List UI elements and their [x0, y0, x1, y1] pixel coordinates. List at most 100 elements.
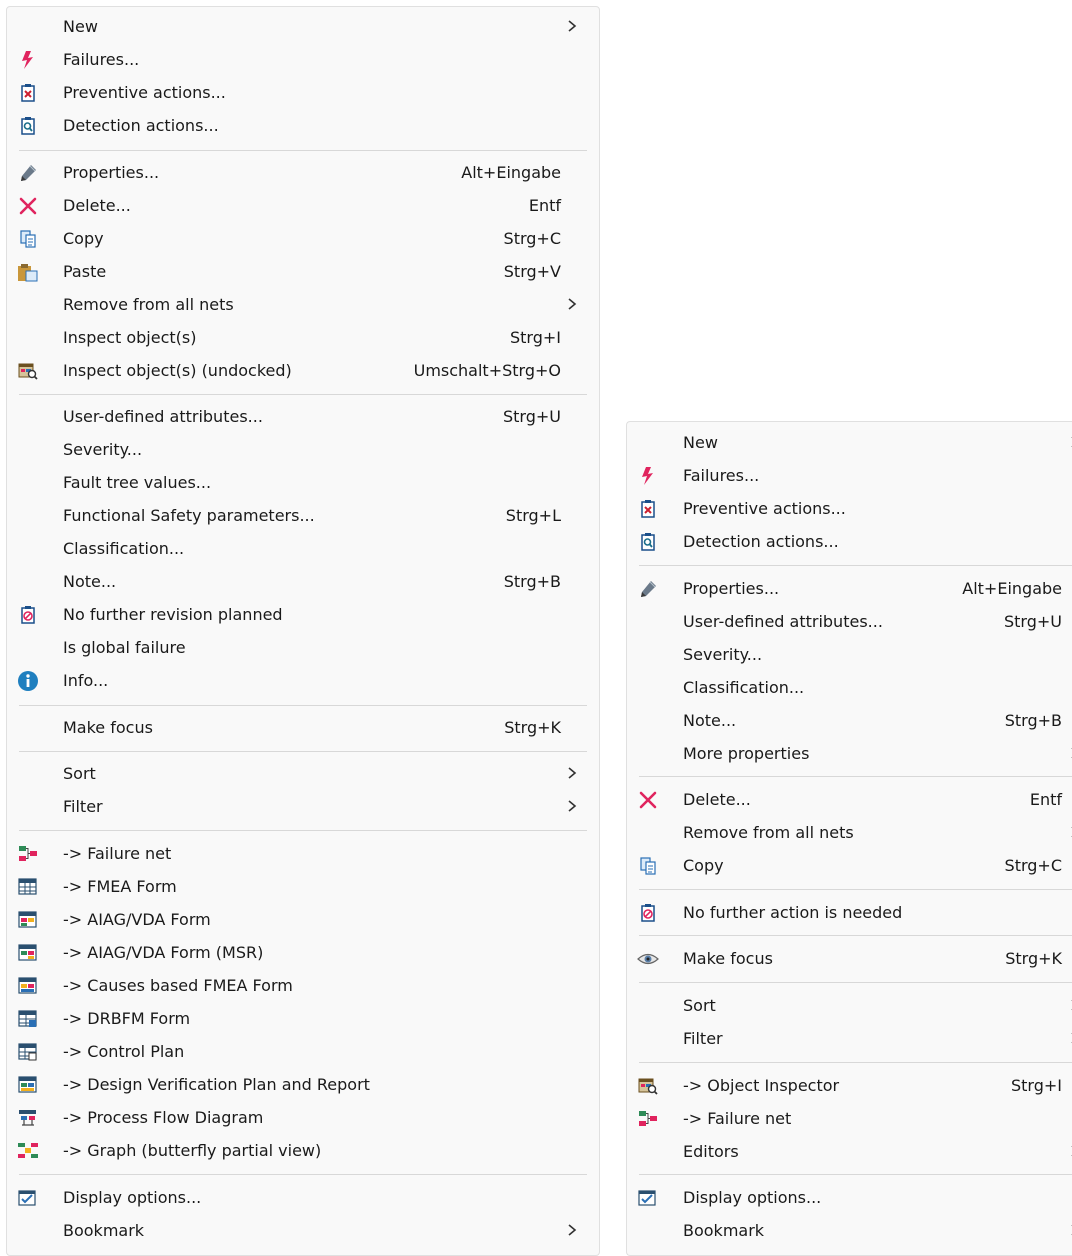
menu-item-control-plan[interactable]: -> Control Plan — [7, 1035, 599, 1068]
menu-item-filter[interactable]: Filter — [627, 1022, 1072, 1055]
failure-net-icon — [637, 1108, 659, 1130]
menu-item-shortcut: Strg+B — [1004, 711, 1062, 730]
menu-item-filter[interactable]: Filter — [7, 790, 599, 823]
display-options-icon — [17, 1187, 39, 1209]
menu-item-label: Delete... — [63, 196, 131, 215]
menu-item-shortcut: Strg+B — [503, 572, 561, 591]
menu-item-label: Fault tree values... — [63, 473, 212, 492]
menu-item-fault-tree-values[interactable]: Fault tree values... — [7, 466, 599, 499]
copy-icon — [17, 228, 39, 250]
dvpr-icon — [17, 1074, 39, 1096]
menu-item-label: No further revision planned — [63, 605, 283, 624]
menu-separator — [639, 889, 1072, 890]
menu-item-delete[interactable]: Delete... Entf — [7, 189, 599, 222]
menu-item-label: Inspect object(s) — [63, 328, 197, 347]
menu-item-causes-based-fmea-form[interactable]: -> Causes based FMEA Form — [7, 969, 599, 1002]
no-revision-icon — [637, 902, 659, 924]
menu-item-detection-actions[interactable]: Detection actions... — [627, 525, 1072, 558]
menu-item-detection-actions[interactable]: Detection actions... — [7, 109, 599, 142]
menu-item-note[interactable]: Note... Strg+B — [627, 704, 1072, 737]
menu-separator — [639, 1174, 1072, 1175]
menu-item-preventive-actions[interactable]: Preventive actions... — [627, 492, 1072, 525]
preventive-action-icon — [637, 498, 659, 520]
menu-item-preventive-actions[interactable]: Preventive actions... — [7, 76, 599, 109]
menu-item-classification[interactable]: Classification... — [627, 671, 1072, 704]
menu-item-inspect-object-s[interactable]: Inspect object(s) Strg+I — [7, 321, 599, 354]
menu-item-label: -> Design Verification Plan and Report — [63, 1075, 370, 1094]
menu-item-label: Filter — [683, 1029, 723, 1048]
menu-item-fmea-form[interactable]: -> FMEA Form — [7, 870, 599, 903]
menu-item-properties[interactable]: Properties... Alt+Eingabe — [627, 572, 1072, 605]
menu-item-aiag-vda-form-msr[interactable]: -> AIAG/VDA Form (MSR) — [7, 936, 599, 969]
menu-item-paste[interactable]: Paste Strg+V — [7, 255, 599, 288]
menu-item-remove-from-all-nets[interactable]: Remove from all nets — [627, 816, 1072, 849]
menu-item-no-further-revision-planned[interactable]: No further revision planned — [7, 598, 599, 631]
menu-item-label: New — [683, 433, 718, 452]
menu-item-drbfm-form[interactable]: -> DRBFM Form — [7, 1002, 599, 1035]
menu-item-classification[interactable]: Classification... — [7, 532, 599, 565]
menu-item-label: -> AIAG/VDA Form — [63, 910, 211, 929]
chevron-right-icon — [565, 1219, 579, 1241]
menu-item-user-defined-attributes[interactable]: User-defined attributes... Strg+U — [7, 400, 599, 433]
context-menu-left: New Failures... Preventive actions... Detec… — [6, 6, 600, 1256]
menu-item-label: Classification... — [63, 539, 185, 558]
menu-item-label: -> Process Flow Diagram — [63, 1108, 264, 1127]
pencil-icon — [17, 162, 39, 184]
menu-item-more-properties[interactable]: More properties — [627, 737, 1072, 770]
menu-item-label: Bookmark — [683, 1221, 765, 1240]
menu-item-failures[interactable]: Failures... — [627, 459, 1072, 492]
menu-item-design-verification-plan-and-report[interactable]: -> Design Verification Plan and Report — [7, 1068, 599, 1101]
menu-item-label: Filter — [63, 797, 103, 816]
chevron-right-icon — [1068, 1140, 1072, 1162]
menu-item-new[interactable]: New — [7, 10, 599, 43]
menu-item-label: Inspect object(s) (undocked) — [63, 361, 292, 380]
menu-item-process-flow-diagram[interactable]: -> Process Flow Diagram — [7, 1101, 599, 1134]
menu-item-remove-from-all-nets[interactable]: Remove from all nets — [7, 288, 599, 321]
menu-item-object-inspector[interactable]: -> Object Inspector Strg+I — [627, 1069, 1072, 1102]
menu-item-sort[interactable]: Sort — [627, 989, 1072, 1022]
menu-separator — [19, 705, 587, 706]
menu-item-is-global-failure[interactable]: Is global failure — [7, 631, 599, 664]
menu-item-label: Display options... — [683, 1188, 822, 1207]
menu-separator — [19, 1174, 587, 1175]
menu-item-properties[interactable]: Properties... Alt+Eingabe — [7, 156, 599, 189]
menu-item-severity[interactable]: Severity... — [7, 433, 599, 466]
menu-item-no-further-action-is-needed[interactable]: No further action is needed — [627, 896, 1072, 929]
aiag-vda-msr-icon — [17, 942, 39, 964]
menu-separator — [19, 830, 587, 831]
menu-item-shortcut: Strg+K — [1005, 949, 1062, 968]
menu-item-copy[interactable]: Copy Strg+C — [627, 849, 1072, 882]
paste-icon — [17, 261, 39, 283]
menu-item-bookmark[interactable]: Bookmark — [7, 1214, 599, 1247]
menu-item-shortcut: Strg+U — [503, 407, 561, 426]
menu-item-sort[interactable]: Sort — [7, 757, 599, 790]
lightning-icon — [17, 49, 39, 71]
menu-item-failures[interactable]: Failures... — [7, 43, 599, 76]
menu-item-editors[interactable]: Editors — [627, 1135, 1072, 1168]
menu-item-delete[interactable]: Delete... Entf — [627, 783, 1072, 816]
menu-item-new[interactable]: New — [627, 426, 1072, 459]
menu-item-bookmark[interactable]: Bookmark — [627, 1214, 1072, 1247]
menu-item-note[interactable]: Note... Strg+B — [7, 565, 599, 598]
menu-item-severity[interactable]: Severity... — [627, 638, 1072, 671]
menu-item-display-options[interactable]: Display options... — [7, 1181, 599, 1214]
menu-item-make-focus[interactable]: Make focus Strg+K — [7, 711, 599, 744]
menu-item-label: -> Object Inspector — [683, 1076, 840, 1095]
menu-item-label: Display options... — [63, 1188, 202, 1207]
menu-item-info[interactable]: Info... — [7, 664, 599, 697]
menu-item-functional-safety-parameters[interactable]: Functional Safety parameters... Strg+L — [7, 499, 599, 532]
menu-item-aiag-vda-form[interactable]: -> AIAG/VDA Form — [7, 903, 599, 936]
menu-item-label: Severity... — [63, 440, 143, 459]
menu-item-failure-net[interactable]: -> Failure net — [627, 1102, 1072, 1135]
menu-item-graph-butterfly-partial-view[interactable]: -> Graph (butterfly partial view) — [7, 1134, 599, 1167]
menu-item-failure-net[interactable]: -> Failure net — [7, 837, 599, 870]
menu-item-inspect-object-s-undocked[interactable]: Inspect object(s) (undocked) Umschalt+Str… — [7, 354, 599, 387]
menu-separator — [19, 394, 587, 395]
menu-item-copy[interactable]: Copy Strg+C — [7, 222, 599, 255]
eye-icon — [637, 948, 659, 970]
menu-item-user-defined-attributes[interactable]: User-defined attributes... Strg+U — [627, 605, 1072, 638]
aiag-vda-form-icon — [17, 909, 39, 931]
menu-item-display-options[interactable]: Display options... — [627, 1181, 1072, 1214]
menu-item-make-focus[interactable]: Make focus Strg+K — [627, 942, 1072, 975]
menu-item-shortcut: Entf — [528, 196, 561, 215]
